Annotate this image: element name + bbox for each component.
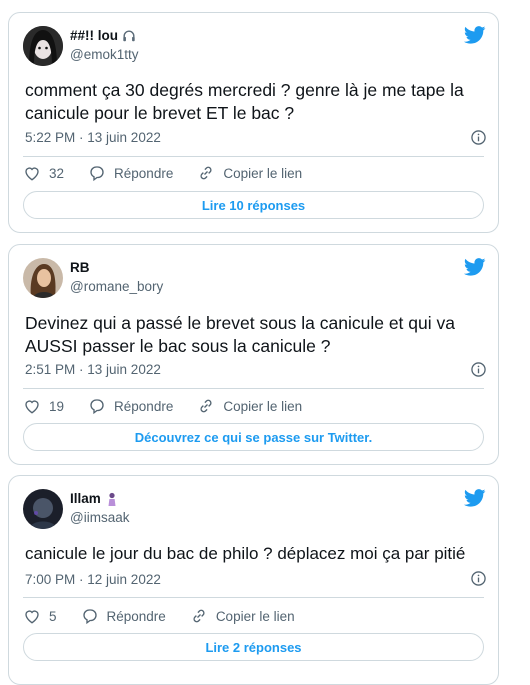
- copy-link-button[interactable]: Copier le lien: [190, 607, 295, 625]
- like-count: 19: [49, 398, 65, 414]
- avatar[interactable]: [23, 489, 63, 529]
- like-button[interactable]: 32: [23, 164, 64, 182]
- author-name[interactable]: ##!! lou: [70, 28, 136, 43]
- copy-link-button[interactable]: Copier le lien: [197, 397, 302, 415]
- heart-icon: [25, 167, 39, 181]
- like-count: 32: [49, 165, 65, 181]
- author-handle[interactable]: @iimsaak: [70, 510, 129, 525]
- link-icon: [193, 609, 205, 623]
- tweet-card: RB @romane_bory Devinez qui a passé le b…: [8, 244, 499, 465]
- tweet-actions: 5 Répondre Copier le lien: [23, 607, 319, 625]
- copy-link-label: Copier le lien: [215, 608, 295, 624]
- tweet-card: Illam @iimsaak canicule le jour du bac d…: [8, 475, 499, 685]
- divider: [23, 597, 484, 598]
- tweet-timestamp[interactable]: 7:00 PM · 12 juin 2022: [25, 572, 161, 587]
- discover-twitter-button[interactable]: Découvrez ce qui se passe sur Twitter.: [23, 423, 484, 451]
- link-icon: [200, 166, 212, 180]
- author-name[interactable]: Illam: [70, 491, 119, 506]
- reply-label: Répondre: [106, 608, 166, 624]
- tweet-text: comment ça 30 degrés mercredi ? genre là…: [25, 80, 464, 123]
- reply-button[interactable]: Répondre: [88, 397, 173, 415]
- reply-label: Répondre: [114, 398, 174, 414]
- read-replies-button[interactable]: Lire 2 réponses: [23, 633, 484, 661]
- info-icon[interactable]: [471, 571, 486, 586]
- reply-label: Répondre: [114, 165, 174, 181]
- reply-button[interactable]: Répondre: [88, 164, 173, 182]
- read-replies-button[interactable]: Lire 10 réponses: [23, 191, 484, 219]
- avatar[interactable]: [23, 258, 63, 298]
- tweet-text: Devinez qui a passé le brevet sous la ca…: [25, 313, 455, 356]
- tweet-card: ##!! lou @emok1tty comment ça 30 degrés …: [8, 12, 499, 233]
- tweet-timestamp[interactable]: 5:22 PM · 13 juin 2022: [25, 130, 161, 145]
- copy-link-label: Copier le lien: [223, 165, 303, 181]
- like-button[interactable]: 5: [23, 607, 57, 625]
- twitter-logo-icon[interactable]: [464, 26, 486, 44]
- author-handle[interactable]: @emok1tty: [70, 47, 138, 62]
- heart-icon: [25, 610, 39, 624]
- copy-link-button[interactable]: Copier le lien: [197, 164, 302, 182]
- author-handle[interactable]: @romane_bory: [70, 279, 163, 294]
- tweet-text: canicule le jour du bac de philo ? dépla…: [25, 544, 466, 563]
- author-name[interactable]: RB: [70, 260, 90, 275]
- link-icon: [200, 399, 212, 413]
- reply-icon: [90, 166, 104, 182]
- tweet-actions: 19 Répondre Copier le lien: [23, 397, 326, 415]
- like-button[interactable]: 19: [23, 397, 64, 415]
- divider: [23, 388, 484, 389]
- headphones-icon: [123, 30, 135, 41]
- copy-link-label: Copier le lien: [223, 398, 303, 414]
- tweet-timestamp[interactable]: 2:51 PM · 13 juin 2022: [25, 362, 161, 377]
- avatar[interactable]: [23, 26, 63, 66]
- info-icon[interactable]: [471, 362, 486, 377]
- like-count: 5: [49, 608, 57, 624]
- tweet-actions: 32 Répondre Copier le lien: [23, 164, 326, 182]
- person-emoji-icon: [108, 492, 116, 506]
- heart-icon: [25, 400, 39, 414]
- reply-icon: [82, 609, 97, 625]
- twitter-logo-icon[interactable]: [464, 489, 486, 507]
- reply-button[interactable]: Répondre: [81, 607, 166, 625]
- reply-icon: [90, 399, 104, 415]
- divider: [23, 156, 484, 157]
- twitter-logo-icon[interactable]: [464, 258, 486, 276]
- info-icon[interactable]: [471, 130, 486, 145]
